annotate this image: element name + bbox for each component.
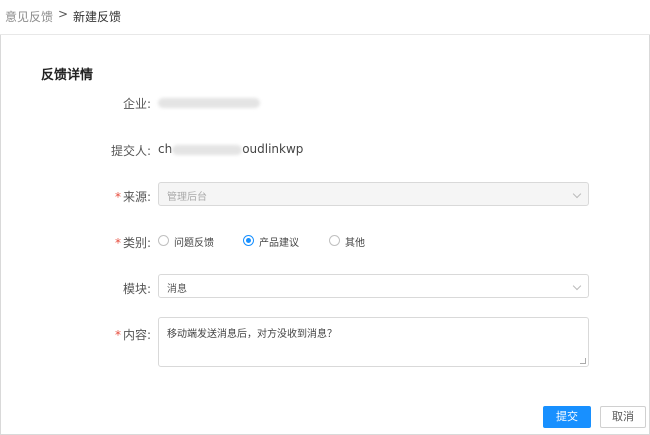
- module-select-value: 消息: [167, 284, 187, 295]
- submit-button[interactable]: 提交: [543, 406, 591, 428]
- content-text: 移动端发送消息后，对方没收到消息？: [167, 329, 337, 340]
- required-mark: *: [114, 236, 121, 250]
- cancel-button[interactable]: 取消: [600, 406, 646, 428]
- content-textarea[interactable]: 移动端发送消息后，对方没收到消息？: [158, 317, 589, 367]
- chevron-down-icon: [572, 281, 582, 291]
- resize-handle-icon[interactable]: [580, 358, 586, 364]
- source-select-value: 管理后台: [167, 192, 207, 203]
- submitter-value: ch oudlinkwp: [158, 142, 304, 156]
- required-mark: *: [114, 190, 121, 204]
- window-frame: [0, 0, 650, 435]
- submitter-label: 提交人:: [110, 144, 151, 158]
- source-label: * 来源:: [114, 190, 151, 204]
- chevron-down-icon: [572, 189, 582, 199]
- content-label: * 内容:: [114, 328, 151, 342]
- module-label: 模块:: [122, 282, 151, 296]
- top-bar: 意见反馈 > 新建反馈: [0, 0, 650, 35]
- module-select[interactable]: 消息: [158, 274, 589, 298]
- breadcrumb-feedback-link[interactable]: 意见反馈: [5, 8, 53, 25]
- company-value-redacted: [158, 95, 260, 109]
- category-label: * 类别:: [114, 236, 151, 250]
- breadcrumb-separator: >: [58, 7, 69, 21]
- breadcrumb-current: 新建反馈: [73, 10, 122, 24]
- section-title: 反馈详情: [41, 68, 94, 83]
- radio-circle-icon: [158, 235, 169, 246]
- required-mark: *: [114, 328, 121, 342]
- source-select[interactable]: 管理后台: [158, 182, 589, 206]
- company-label: 企业:: [122, 97, 151, 111]
- radio-circle-icon: [329, 235, 340, 246]
- radio-checked-icon: [243, 235, 254, 246]
